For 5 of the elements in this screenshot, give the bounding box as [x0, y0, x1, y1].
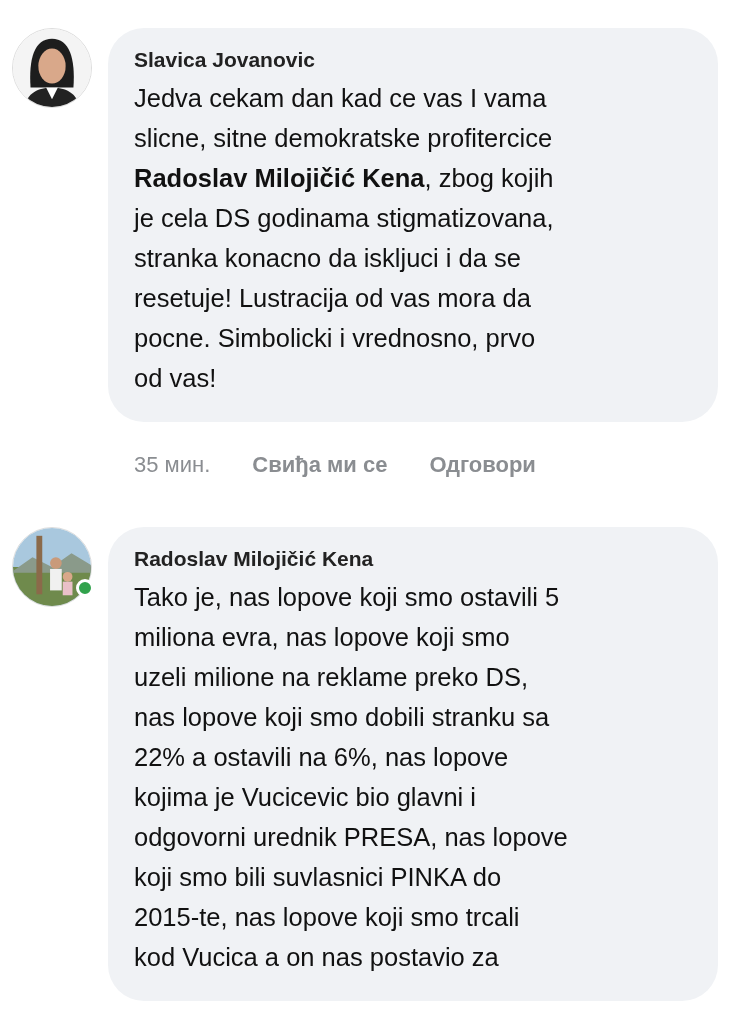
comment-text: Jedva cekam dan kad ce vas I vama slicne, sitne demokratske profitercice Radoslav Milojičić Kena, zbog kojih je cela DS godinama stigmatizovana, stranka konacno da iskljuci i da se resetuje! Lustracija od vas mora da pocne. Simbolicki i vrednosno, prvo od vas! [134, 83, 555, 394]
author-name[interactable]: Radoslav Milojičić Kena [134, 545, 708, 573]
comment-text: Tako je, nas lopove koji smo ostavili 5 miliona evra, nas lopove koji smo uzeli milione na reklame preko DS, nas lopove koji smo dobili stranku sa 22% a ostavili na 6%, nas lopove kojima je Vucicevic bio glavni i odgovorni urednik PRESA, nas lopove koji smo bili suvlasnici PINKA do 2015-te, nas lopove koji smo trcali kod Vucica a on nas postavio za [134, 582, 569, 973]
author-name[interactable]: Slavica Jovanovic [134, 46, 708, 74]
comment-time: 35 мин. [134, 451, 211, 479]
